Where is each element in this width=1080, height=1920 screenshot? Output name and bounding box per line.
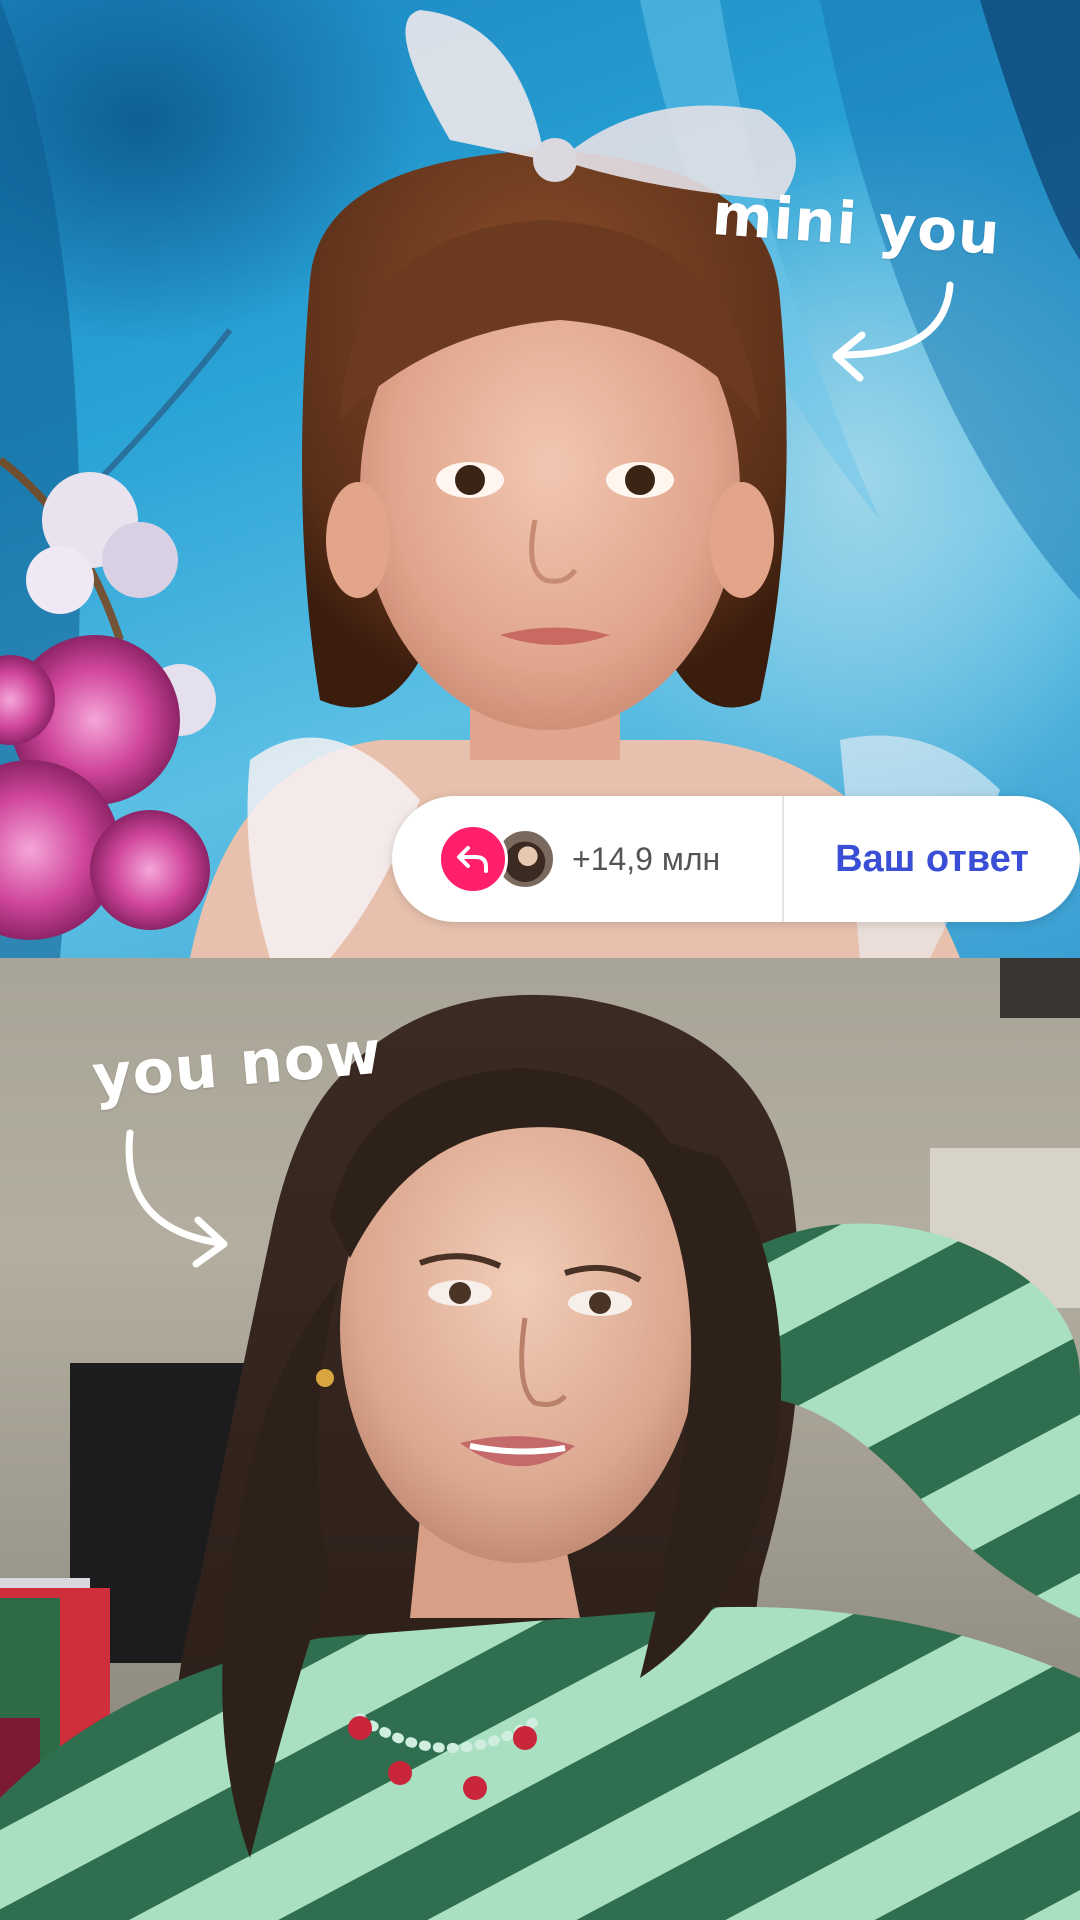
replies-summary[interactable]: +14,9 млн [392,796,784,922]
reply-arrow-icon[interactable] [438,824,508,894]
reply-count: +14,9 млн [572,840,721,877]
story-view: mini you you now +14,9 млн Ваш ответ [0,0,1080,1920]
reply-bar: +14,9 млн Ваш ответ [392,796,1080,922]
present-photo: you now [0,958,1080,1920]
your-answer-button[interactable]: Ваш ответ [784,796,1080,922]
